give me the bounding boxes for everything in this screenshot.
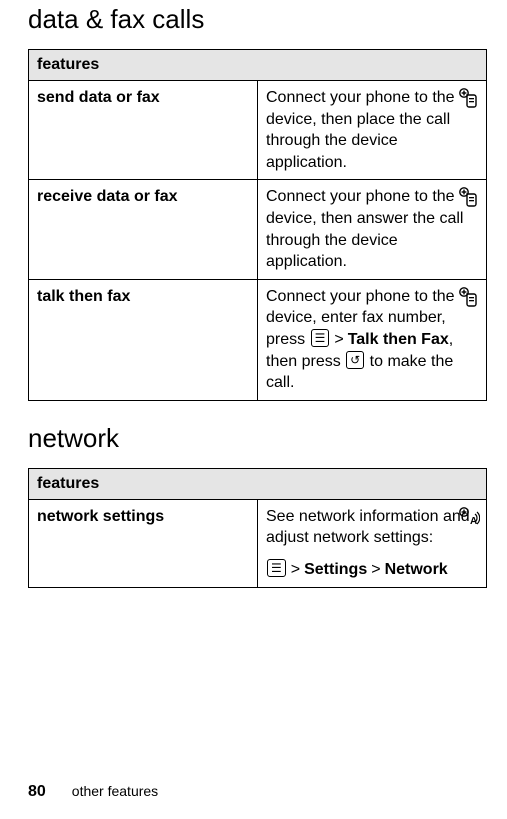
menu-path: ☰>Settings>Network	[266, 559, 478, 581]
page-footer: 80 other features	[28, 783, 158, 801]
breadcrumb-separator: >	[330, 331, 347, 348]
table-row: talk then fax Connect your phone to the …	[29, 279, 487, 400]
table-row: network settings A See network informati…	[29, 499, 487, 587]
sim-plus-icon	[458, 87, 480, 109]
feature-name: talk then fax	[29, 279, 258, 400]
sim-plus-icon	[458, 186, 480, 208]
feature-name: network settings	[29, 499, 258, 587]
menu-path-label: Network	[385, 561, 448, 578]
feature-desc-text: Connect your phone to the device, then p…	[266, 89, 455, 171]
feature-name: send data or fax	[29, 81, 258, 180]
menu-key-icon: ☰	[267, 559, 286, 577]
data-fax-table: features send data or fax Connect your p…	[28, 49, 487, 401]
network-plus-icon: A	[458, 506, 480, 528]
table-header: features	[29, 50, 487, 81]
breadcrumb-separator: >	[367, 561, 384, 578]
table-row: send data or fax Connect your phone to t…	[29, 81, 487, 180]
network-table: features network settings A See network …	[28, 468, 487, 588]
call-key-icon: ↺	[346, 351, 364, 369]
breadcrumb-separator: >	[287, 561, 304, 578]
section-title-network: network	[28, 423, 487, 454]
table-row: receive data or fax Connect your phone t…	[29, 180, 487, 279]
feature-desc-text: Connect your phone to the device, then a…	[266, 188, 463, 270]
menu-key-icon: ☰	[311, 329, 330, 347]
feature-desc: Connect your phone to the device, then a…	[258, 180, 487, 279]
menu-path-label: Talk then Fax	[348, 331, 449, 348]
feature-name: receive data or fax	[29, 180, 258, 279]
page-number: 80	[28, 783, 46, 800]
menu-path-label: Settings	[304, 561, 367, 578]
section-title-data-fax: data & fax calls	[28, 4, 487, 35]
feature-desc: Connect your phone to the device, then p…	[258, 81, 487, 180]
table-header: features	[29, 468, 487, 499]
footer-label: other features	[72, 783, 158, 799]
feature-desc: Connect your phone to the device, enter …	[258, 279, 487, 400]
feature-desc: A See network information and adjust net…	[258, 499, 487, 587]
sim-plus-icon	[458, 286, 480, 308]
feature-desc-text: See network information and adjust netwo…	[266, 506, 478, 549]
